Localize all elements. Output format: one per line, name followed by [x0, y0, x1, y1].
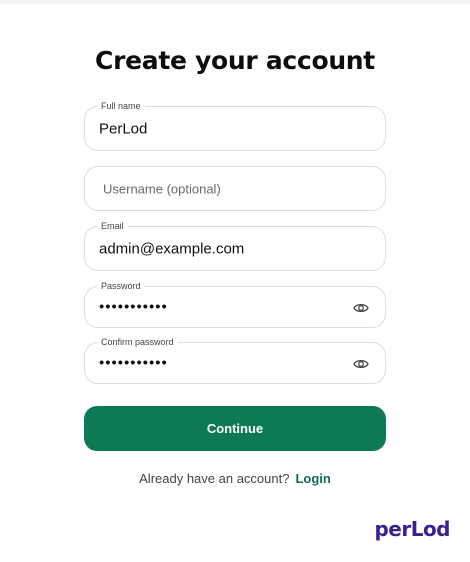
full-name-field[interactable]: Full name PerLod [84, 99, 386, 151]
confirm-password-field[interactable]: Confirm password ••••••••••• [84, 335, 386, 384]
brand-logo: perLod [374, 517, 450, 541]
confirm-password-value[interactable]: ••••••••••• [99, 355, 168, 372]
continue-button[interactable]: Continue [84, 406, 386, 451]
email-value[interactable]: admin@example.com [99, 240, 244, 257]
login-prompt-text: Already have an account? [139, 471, 290, 486]
password-field[interactable]: Password ••••••••••• [84, 279, 386, 328]
email-label: Email [97, 219, 128, 233]
login-prompt-row: Already have an account? Login [0, 471, 470, 486]
eye-icon[interactable] [353, 357, 369, 369]
full-name-value[interactable]: PerLod [99, 120, 147, 137]
email-field[interactable]: Email admin@example.com [84, 219, 386, 271]
eye-icon[interactable] [353, 301, 369, 313]
confirm-password-label: Confirm password [97, 335, 178, 349]
top-strip [0, 0, 470, 4]
username-placeholder[interactable]: Username (optional) [103, 181, 221, 196]
full-name-label: Full name [97, 99, 145, 113]
login-link[interactable]: Login [295, 471, 330, 486]
password-value[interactable]: ••••••••••• [99, 299, 168, 316]
password-label: Password [97, 279, 145, 293]
username-field[interactable]: Username (optional) [84, 166, 386, 211]
page-title: Create your account [95, 46, 375, 75]
